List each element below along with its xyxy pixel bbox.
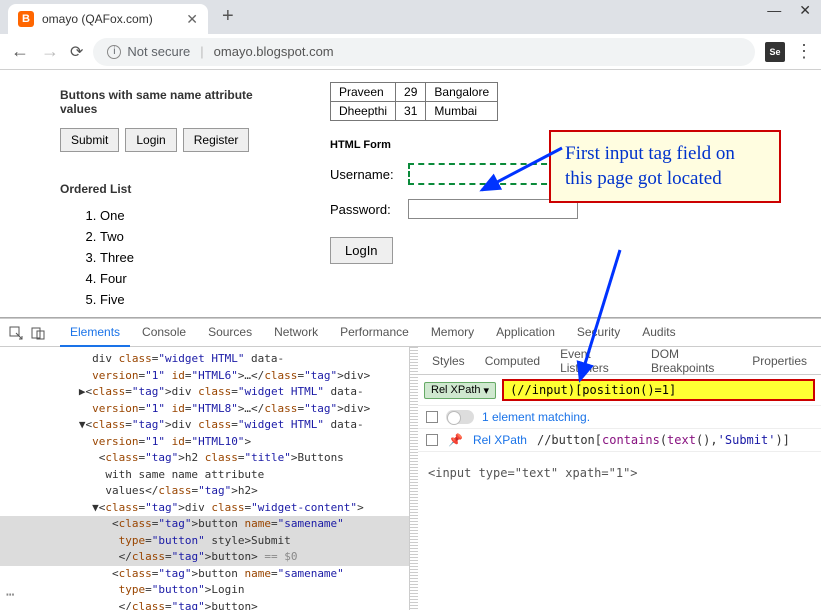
tab-performance[interactable]: Performance — [330, 319, 419, 347]
breadcrumb-dots: ⋯ — [6, 585, 16, 606]
side-tab-computed[interactable]: Computed — [477, 350, 548, 372]
blogger-favicon: B — [18, 11, 34, 27]
selenium-extension-icon[interactable]: Se — [765, 42, 785, 62]
password-label: Password: — [330, 202, 402, 217]
copy-icon[interactable] — [426, 411, 438, 423]
list-item: One — [100, 208, 270, 223]
toggle-switch[interactable] — [446, 410, 474, 424]
submit-button[interactable]: Submit — [60, 128, 119, 152]
side-tab-styles[interactable]: Styles — [424, 350, 473, 372]
xpath-input[interactable] — [502, 379, 815, 401]
register-button[interactable]: Register — [183, 128, 250, 152]
page-content: Buttons with same name attribute values … — [0, 70, 821, 318]
tab-network[interactable]: Network — [264, 319, 328, 347]
table-row: Dheepthi 31 Mumbai — [331, 102, 498, 121]
ordered-list-heading: Ordered List — [60, 182, 270, 196]
info-icon: i — [107, 45, 121, 59]
tab-security[interactable]: Security — [567, 319, 630, 347]
tab-sources[interactable]: Sources — [198, 319, 262, 347]
window-controls: — ✕ — [767, 2, 811, 19]
login-button[interactable]: Login — [125, 128, 176, 152]
side-tab-dom-breakpoints[interactable]: DOM Breakpoints — [643, 347, 740, 379]
tab-memory[interactable]: Memory — [421, 319, 484, 347]
forward-icon[interactable]: → — [40, 42, 60, 62]
list-item: Four — [100, 271, 270, 286]
history-label: Rel XPath — [473, 433, 527, 447]
secure-text: Not secure — [127, 44, 190, 59]
tab-console[interactable]: Console — [132, 319, 196, 347]
login-form-button[interactable]: LogIn — [330, 237, 393, 264]
side-tab-event-listeners[interactable]: Event Listeners — [552, 347, 639, 379]
side-tab-properties[interactable]: Properties — [744, 350, 815, 372]
new-tab-button[interactable]: + — [222, 5, 234, 28]
pin-icon[interactable]: 📌 — [448, 433, 463, 447]
table-row: Praveen 29 Bangalore — [331, 83, 498, 102]
buttons-heading: Buttons with same name attribute values — [60, 88, 270, 116]
not-secure-label: i Not secure — [107, 44, 190, 59]
minimize-icon[interactable]: — — [767, 2, 781, 19]
list-item: Three — [100, 250, 270, 265]
device-icon[interactable] — [30, 325, 46, 341]
panel-resize-handle[interactable] — [410, 347, 418, 610]
elements-tree[interactable]: div class="widget HTML" data- version="1… — [0, 347, 410, 610]
copy-icon[interactable] — [426, 434, 438, 446]
element-preview: <input type="text" xpath="1"> — [418, 452, 821, 494]
browser-tab[interactable]: B omayo (QAFox.com) ✕ — [8, 4, 208, 34]
history-xpath: //button[contains(text(),'Submit')] — [537, 433, 790, 447]
data-table: Praveen 29 Bangalore Dheepthi 31 Mumbai — [330, 82, 498, 121]
kebab-menu-icon[interactable]: ⋮ — [795, 41, 811, 62]
url-text: omayo.blogspot.com — [214, 44, 334, 59]
tab-audits[interactable]: Audits — [632, 319, 685, 347]
tab-application[interactable]: Application — [486, 319, 565, 347]
match-count: 1 element matching. — [482, 410, 590, 424]
annotation-callout: First input tag field on this page got l… — [549, 130, 781, 203]
close-icon[interactable]: ✕ — [186, 11, 198, 28]
back-icon[interactable]: ← — [10, 42, 30, 62]
devtools-tab-bar: Elements Console Sources Network Perform… — [0, 319, 821, 347]
tab-elements[interactable]: Elements — [60, 319, 130, 347]
devtools-side-panel: Styles Computed Event Listeners DOM Brea… — [418, 347, 821, 610]
tab-title: omayo (QAFox.com) — [42, 12, 178, 26]
close-window-icon[interactable]: ✕ — [799, 2, 811, 19]
ordered-list: One Two Three Four Five — [60, 208, 270, 307]
username-label: Username: — [330, 167, 402, 182]
inspect-icon[interactable] — [8, 325, 24, 341]
chevron-down-icon: ▾ — [484, 384, 490, 397]
list-item: Two — [100, 229, 270, 244]
reload-icon[interactable]: ⟳ — [70, 42, 83, 62]
tab-strip: B omayo (QAFox.com) ✕ + — ✕ — [0, 0, 821, 34]
list-item: Five — [100, 292, 270, 307]
address-separator: | — [200, 44, 203, 59]
browser-toolbar: ← → ⟳ i Not secure | omayo.blogspot.com … — [0, 34, 821, 70]
devtools-panel: Elements Console Sources Network Perform… — [0, 318, 821, 610]
address-bar[interactable]: i Not secure | omayo.blogspot.com — [93, 38, 755, 66]
rel-xpath-badge[interactable]: Rel XPath▾ — [424, 382, 496, 399]
